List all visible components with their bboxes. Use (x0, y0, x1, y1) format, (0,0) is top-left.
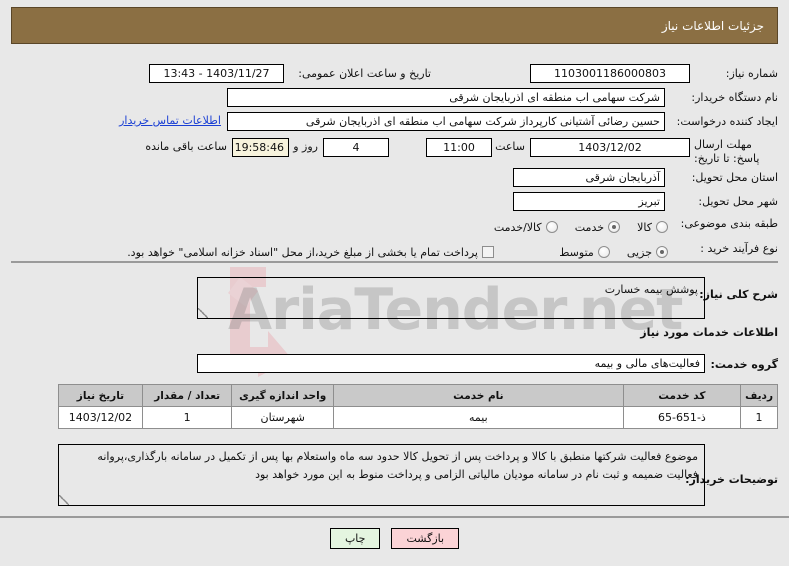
buyer-contact-link[interactable]: اطلاعات تماس خریدار (119, 114, 221, 127)
radio-process-jozei-label: جزیی (626, 246, 652, 259)
remaining-days-value: 4 (323, 138, 389, 157)
footer-buttons: بازگشت چاپ (0, 528, 789, 549)
time-label: ساعت (495, 140, 525, 153)
treasury-checkbox[interactable] (482, 246, 494, 258)
need-number-value: 1103001186000803 (530, 64, 690, 83)
deadline-label: مهلت ارسال پاسخ: تا تاریخ: (694, 138, 760, 165)
radio-category-kala-khedmat-label: کالا/خدمت (493, 221, 542, 234)
services-section-title: اطلاعات خدمات مورد نیاز (640, 326, 778, 339)
page-title: جزئیات اطلاعات نیاز (11, 7, 778, 44)
service-group-value: فعالیت‌های مالی و بیمه (197, 354, 705, 373)
col-unit: واحد اندازه گیری (231, 384, 334, 407)
summary-textarea[interactable]: پوشش بیمه خسارت (197, 277, 705, 319)
radio-category-khedmat-label: خدمت (574, 221, 605, 234)
table-row: 1 ذ-651-65 بیمه شهرستان 1 1403/12/02 (58, 406, 778, 429)
page-root: AriaTender.net جزئیات اطلاعات نیاز شماره… (0, 0, 789, 566)
need-info-panel: شماره نیاز: 1103001186000803 تاریخ و ساع… (11, 53, 778, 263)
table-header-row: ردیف کد خدمت نام خدمت واحد اندازه گیری ت… (58, 384, 778, 407)
cell-radif: 1 (740, 406, 778, 429)
treasury-checkbox-label: پرداخت تمام یا بخشی از مبلغ خرید،از محل … (127, 246, 478, 259)
deadline-date-value: 1403/12/02 (530, 138, 690, 157)
summary-label: شرح کلی نیاز: (699, 288, 778, 301)
cell-date: 1403/12/02 (58, 406, 143, 429)
requester-label: ایجاد کننده درخواست: (676, 115, 778, 128)
radio-process-motavaset[interactable] (597, 246, 610, 258)
remaining-hours-label: ساعت باقی مانده (145, 140, 227, 153)
province-label: استان محل تحویل: (691, 171, 778, 184)
need-number-label: شماره نیاز: (725, 67, 778, 80)
service-group-label: گروه خدمت: (710, 358, 778, 371)
deadline-time-value: 11:00 (426, 138, 492, 157)
cell-name: بیمه (332, 406, 624, 429)
cell-code: ذ-651-65 (622, 406, 742, 429)
radio-category-kala-label: کالا (637, 221, 652, 234)
city-value: تبریز (513, 192, 665, 211)
col-date: تاریخ نیاز (58, 384, 143, 407)
services-table: ردیف کد خدمت نام خدمت واحد اندازه گیری ت… (58, 384, 778, 429)
countdown-timer: 19:58:46 (232, 138, 289, 157)
page-title-text: جزئیات اطلاعات نیاز (661, 18, 764, 33)
col-code: کد خدمت (622, 384, 742, 407)
radio-process-jozei[interactable] (656, 246, 668, 258)
buyer-org-label: نام دستگاه خریدار: (691, 91, 778, 104)
radio-category-khedmat[interactable] (608, 221, 621, 233)
requester-value: حسین رضائی آشتیانی کارپرداز شرکت سهامی ا… (227, 112, 665, 131)
category-label: طبقه بندی موضوعی: (680, 217, 778, 230)
footer-divider (0, 516, 789, 518)
print-button[interactable]: چاپ (329, 528, 381, 549)
announce-datetime-value: 1403/11/27 - 13:43 (149, 64, 284, 83)
back-button[interactable]: بازگشت (391, 528, 460, 549)
radio-category-kala-khedmat[interactable] (545, 221, 558, 233)
city-label: شهر محل تحویل: (698, 195, 778, 208)
days-label: روز و (293, 140, 318, 153)
col-name: نام خدمت (332, 384, 624, 407)
radio-process-motavaset-label: متوسط (559, 246, 594, 259)
announce-datetime-label: تاریخ و ساعت اعلان عمومی: (298, 67, 431, 80)
cell-unit: شهرستان (231, 406, 334, 429)
process-type-label: نوع فرآیند خرید : (700, 242, 778, 255)
col-quantity: تعداد / مقدار (141, 384, 233, 407)
buyer-org-value: شرکت سهامی اب منطقه ای اذربایجان شرقی (227, 88, 665, 107)
buyer-notes-textarea[interactable]: موضوع فعالیت شرکتها منطبق با کالا و پردا… (58, 444, 705, 506)
radio-category-kala[interactable] (656, 221, 668, 233)
cell-quantity: 1 (141, 406, 233, 429)
col-radif: ردیف (740, 384, 778, 407)
province-value: آذربایجان شرقی (513, 168, 665, 187)
